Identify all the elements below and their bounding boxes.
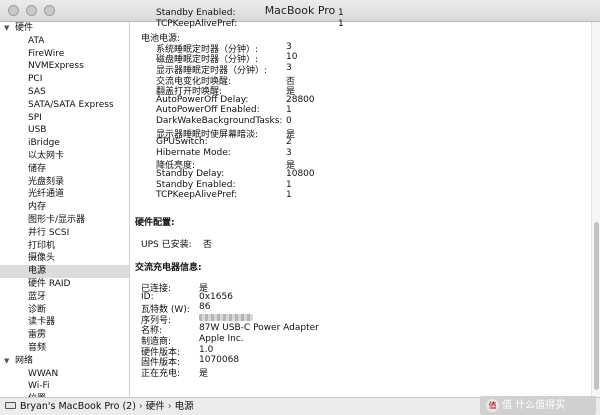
sidebar-item[interactable]: WWAN — [0, 368, 129, 381]
sidebar-item[interactable]: 以太网卡 — [0, 150, 129, 163]
sidebar-item[interactable]: USB — [0, 124, 129, 137]
path-segment[interactable]: Bryan's MacBook Pro (2) — [20, 401, 136, 412]
property-value: 10 — [286, 52, 298, 63]
macbook-icon — [5, 402, 16, 409]
property-value: 1.0 — [199, 344, 214, 355]
property-key: TCPKeepAlivePref: — [156, 190, 238, 201]
hardware-config-header: 硬件配置: — [135, 218, 175, 228]
property-value: 1 — [286, 190, 292, 201]
sidebar-item[interactable]: 打印机 — [0, 240, 129, 253]
property-value: 10800 — [286, 169, 315, 179]
property-key: AutoPowerOff Enabled: — [156, 105, 260, 116]
detail-scrollbar[interactable] — [591, 22, 600, 397]
sidebar-item[interactable]: 音频 — [0, 342, 129, 355]
sidebar-item[interactable]: 蓝牙 — [0, 291, 129, 304]
property-key: AutoPowerOff Delay: — [156, 94, 249, 105]
sidebar-group-label: 网络 — [15, 355, 34, 366]
property-key: TCPKeepAlivePref: — [156, 18, 238, 29]
path-segment[interactable]: 电源 — [175, 401, 194, 412]
sidebar-group-label: 硬件 — [15, 23, 34, 33]
sidebar-item[interactable]: Wi-Fi — [0, 380, 129, 393]
charger-section-header: 交流充电器信息: — [135, 263, 202, 273]
property-value: 3 — [286, 147, 292, 158]
sidebar-item[interactable]: 光盘刻录 — [0, 176, 129, 189]
sidebar-item[interactable]: 诊断 — [0, 304, 129, 317]
property-value: 28800 — [286, 94, 315, 105]
sidebar-item[interactable]: 储存 — [0, 163, 129, 176]
property-key: DarkWakeBackgroundTasks: — [156, 116, 283, 126]
sidebar: ▼ 硬件 ATA FireWire NVMExpress PCI SAS SATA/SATA … — [0, 22, 130, 397]
redacted-value — [199, 313, 253, 323]
property-key: Standby Enabled: — [156, 8, 236, 18]
property-value: 3 — [286, 41, 292, 52]
sidebar-item[interactable]: 摄像头 — [0, 252, 129, 265]
redacted-serial — [199, 313, 253, 321]
sidebar-item[interactable]: FireWire — [0, 48, 129, 61]
system-information-window: MacBook Pro ▼ 硬件 ATA FireWire NVMExpress PCI S… — [0, 0, 600, 415]
sidebar-item[interactable]: 并行 SCSI — [0, 227, 129, 240]
property-value: 1 — [286, 179, 292, 190]
property-key: Standby Enabled: — [156, 179, 236, 190]
property-value: 3 — [286, 63, 292, 73]
sidebar-item[interactable]: 内存 — [0, 201, 129, 214]
property-value: 86 — [199, 302, 211, 313]
property-key: GPUSwitch: — [156, 137, 208, 148]
property-value: 2 — [286, 137, 292, 148]
sidebar-item[interactable]: SAS — [0, 86, 129, 99]
property-key: Hibernate Mode: — [156, 147, 231, 158]
property-key: 正在充电: — [141, 368, 181, 379]
property-value: 1070068 — [199, 355, 240, 366]
sidebar-item[interactable]: 读卡器 — [0, 316, 129, 329]
ups-key: UPS 已安装: — [141, 240, 192, 250]
property-value: 0x1656 — [199, 291, 233, 302]
path-segment[interactable]: 硬件 — [146, 401, 165, 412]
detail-pane: Standby Enabled: 1 TCPKeepAlivePref: 1 电池电源:… — [131, 4, 591, 397]
property-value: 1 — [338, 18, 344, 29]
property-value: 87W USB-C Power Adapter — [199, 323, 319, 334]
disclosure-triangle-icon[interactable]: ▼ — [4, 22, 15, 35]
disclosure-triangle-icon[interactable]: ▼ — [4, 355, 15, 368]
property-value: 0 — [286, 116, 292, 126]
property-value: 1 — [338, 8, 344, 18]
sidebar-item[interactable]: 电源 — [0, 265, 129, 278]
property-key: Standby Delay: — [156, 169, 225, 179]
property-value: Apple Inc. — [199, 334, 244, 344]
scrollbar-thumb[interactable] — [594, 222, 599, 390]
ups-value: 否 — [203, 240, 213, 250]
watermark: 值值 什么值得买 — [480, 396, 596, 415]
sidebar-group[interactable]: ▼ 硬件 — [0, 22, 129, 35]
path-separator-icon: › — [138, 401, 143, 412]
sidebar-item[interactable]: 光纤通道 — [0, 188, 129, 201]
property-key: ID: — [141, 291, 154, 302]
property-value: 是 — [199, 368, 209, 379]
watermark-badge: 值 — [486, 398, 499, 412]
sidebar-group[interactable]: ▼ 网络 — [0, 355, 129, 368]
watermark-text: 值 什么值得买 — [502, 400, 566, 411]
property-value: 1 — [286, 105, 292, 116]
sidebar-item[interactable]: PCI — [0, 73, 129, 86]
sidebar-item[interactable]: NVMExpress — [0, 60, 129, 73]
sidebar-item[interactable]: iBridge — [0, 137, 129, 150]
sidebar-item[interactable]: SPI — [0, 112, 129, 125]
sidebar-item[interactable]: ATA — [0, 35, 129, 48]
path-separator-icon: › — [167, 401, 172, 412]
sidebar-item[interactable]: 图形卡/显示器 — [0, 214, 129, 227]
sidebar-item[interactable]: SATA/SATA Express — [0, 99, 129, 112]
sidebar-item[interactable]: 雷雳 — [0, 329, 129, 342]
sidebar-item[interactable]: 硬件 RAID — [0, 278, 129, 291]
